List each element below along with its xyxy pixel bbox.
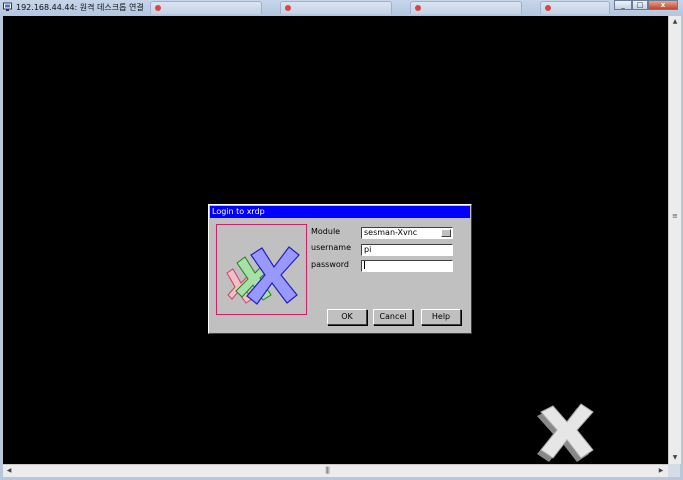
scroll-right-icon[interactable]: ▶ <box>657 467 665 475</box>
module-select[interactable]: sesman-Xvnc <box>361 227 453 239</box>
window-title: 192.168.44.44: 원격 데스크톱 연결 <box>16 3 144 12</box>
xrdp-logo <box>216 224 307 315</box>
xrdp-logo-icon <box>226 246 300 305</box>
cancel-button[interactable]: Cancel <box>373 309 413 325</box>
username-value: pi <box>364 245 372 254</box>
minimize-button[interactable]: _ <box>614 0 632 10</box>
scroll-up-icon[interactable]: ▲ <box>671 18 679 26</box>
username-input[interactable]: pi <box>361 244 453 256</box>
window-titlebar: 192.168.44.44: 원격 데스크톱 연결 _ □ x <box>0 0 683 17</box>
text-cursor <box>364 261 365 269</box>
username-label: username <box>311 243 351 252</box>
help-button[interactable]: Help <box>421 309 461 325</box>
scroll-down-icon[interactable]: ▼ <box>671 454 679 462</box>
tab-icon <box>545 5 551 11</box>
maximize-button[interactable]: □ <box>632 0 648 10</box>
tab-icon <box>415 5 421 11</box>
module-value: sesman-Xvnc <box>364 228 418 237</box>
background-tab[interactable] <box>280 1 392 14</box>
scroll-grip-icon[interactable]: ||| <box>325 466 330 474</box>
password-label: password <box>311 260 349 269</box>
xrdp-login-dialog: Login to xrdp Module sesman-Xvnc usernam… <box>208 204 472 334</box>
background-tab[interactable] <box>410 1 522 14</box>
close-button[interactable]: x <box>648 0 678 10</box>
background-tab[interactable] <box>150 1 262 14</box>
tab-icon <box>155 5 161 11</box>
scroll-grip-icon[interactable]: ≡ <box>672 212 678 220</box>
ok-button[interactable]: OK <box>327 309 367 325</box>
background-tab[interactable] <box>540 1 610 14</box>
tab-icon <box>285 5 291 11</box>
module-label: Module <box>311 227 341 236</box>
dropdown-arrow-icon[interactable] <box>441 229 451 237</box>
horizontal-scrollbar[interactable]: ◀ ||| ▶ <box>3 464 668 477</box>
vertical-scrollbar[interactable]: ▲ ≡ ▼ <box>668 16 681 464</box>
scroll-left-icon[interactable]: ◀ <box>5 467 13 475</box>
password-input[interactable] <box>361 260 453 272</box>
remote-desktop-icon <box>3 2 12 11</box>
xrdp-watermark-icon <box>537 403 594 462</box>
dialog-title: Login to xrdp <box>210 206 470 218</box>
